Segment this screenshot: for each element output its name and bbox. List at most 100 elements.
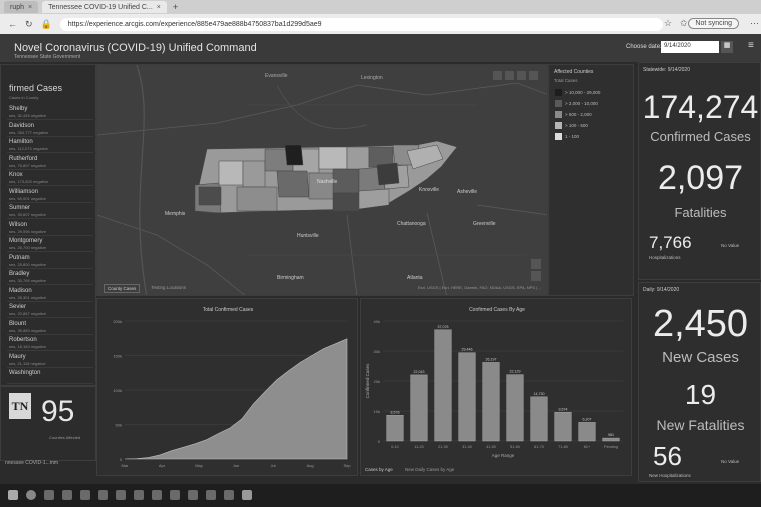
reload-icon[interactable]: ↻ [25,19,33,30]
app-icon[interactable] [170,490,180,500]
map-canvas[interactable]: Evansville Lexington Knoxville Nashville… [97,65,548,296]
browser-tab[interactable]: ruph × [4,1,39,13]
tab-county-cases[interactable]: County Cases [104,284,141,293]
list-item[interactable]: Sumner ses, 39,607 negative [7,204,93,219]
list-item[interactable]: Hamilton ses, 112,073 negative [7,138,93,153]
layers-icon[interactable] [517,71,526,80]
zoom-out-icon[interactable] [531,271,541,281]
list-item[interactable]: Washington [7,369,93,384]
edge-icon[interactable] [242,490,252,500]
close-icon[interactable]: × [157,4,161,11]
county-name: Sevier [9,304,27,310]
tab-testing-locations[interactable]: Testing Locations [148,284,189,293]
statewide-panel: Statewide: 9/14/2020 174,274 Confirmed C… [638,62,761,280]
app-icon[interactable] [188,490,198,500]
list-item[interactable]: Blount ses, 35,883 negative [7,320,93,335]
bar[interactable] [434,329,452,442]
new-tab-icon[interactable]: + [173,2,178,12]
menu-icon[interactable]: ≡ [748,40,754,51]
fatalities-count: 2,097 [657,159,744,197]
tab-cases-by-age[interactable]: Cases by Age [365,467,393,472]
bar[interactable] [602,437,620,442]
map-attribution: Esri, USGS | Esri, HERE, Garmin, FAO, NO… [418,285,542,290]
bar[interactable] [554,412,572,442]
date-input[interactable]: 9/14/2020 [661,41,719,53]
area-chart[interactable]: Total Confirmed Cases 200k 150k 100k 50k 0Mar… [97,299,359,477]
list-item[interactable]: Montgomery ses, 26,700 negative [7,237,93,252]
app-icon[interactable] [116,490,126,500]
place-label: Nashville [317,179,338,185]
no-value-label: No Value [721,243,740,248]
place-label: Asheville [457,189,477,195]
bar[interactable] [458,352,476,442]
app-icon[interactable] [62,490,72,500]
counties-affected-panel: TN 95 Counties Affected nnessee COVID-1.… [0,386,96,466]
bar[interactable] [578,422,596,442]
list-item[interactable]: Shelby ses, 32,445 negative [7,105,93,120]
area-series[interactable] [124,338,348,460]
list-item[interactable]: Davidson ses, 264,777 negative [7,122,93,137]
bar-chart[interactable]: Confirmed Cases By Age 40k 30k 20k 10k 0 Confi… [361,299,633,477]
list-item[interactable]: Rutherford ses, 76,897 negative [7,155,93,170]
y-tick-label: 200k [113,319,122,324]
daily-panel: Daily: 9/14/2020 2,450 New Cases 19 New … [638,282,761,482]
confirmed-count: 174,274 [642,89,759,125]
bar[interactable] [482,362,500,442]
new-cases-count: 2,450 [652,303,749,345]
county-name: Hamilton [9,139,33,145]
search-icon[interactable] [493,71,502,80]
app-icon[interactable] [224,490,234,500]
app-icon[interactable] [206,490,216,500]
search-icon[interactable] [26,490,36,500]
list-item[interactable]: Williamson ses, 69,001 negative [7,188,93,203]
map-panel[interactable]: Evansville Lexington Knoxville Nashville… [96,64,548,296]
county-detail: ses, 29,596 negative [9,228,46,234]
list-item[interactable]: Bradley ses, 30,766 negative [7,270,93,285]
footer-link[interactable]: nnessee COVID-1...mm [5,460,58,466]
browser-tab-active[interactable]: Tennessee COVID-19 Unified C... × [42,1,167,13]
place-label: Atlanta [407,275,423,281]
county-name: Blount [9,320,27,327]
place-label: Birmingham [277,275,304,281]
bar[interactable] [410,374,428,442]
tab-new-daily-cases-by-age[interactable]: New Daily Cases by Age [405,467,455,472]
basemap-icon[interactable] [529,71,538,80]
list-subtitle: Cases in County [9,95,39,100]
list-item[interactable]: Wilson ses, 29,596 negative [7,221,93,236]
county-detail: ses, 28,301 negative [9,294,46,300]
favorites-icon[interactable]: ✩ [680,18,688,29]
close-icon[interactable]: × [28,4,32,11]
taskbar [0,484,761,507]
list-item[interactable]: Robertson ses, 18,163 negative [7,336,93,351]
calendar-icon[interactable]: ▦ [721,41,733,53]
county-detail: ses, 20,867 negative [9,311,46,316]
bar[interactable] [530,396,548,442]
x-tick-label: Jul [270,463,275,468]
county-detail: ses, 39,607 negative [9,212,46,217]
back-icon[interactable]: ← [8,19,17,29]
bar[interactable] [506,374,524,442]
x-tick-label: Apr [159,463,166,468]
home-icon[interactable] [505,71,514,80]
app-icon[interactable] [98,490,108,500]
task-view-icon[interactable] [44,490,54,500]
more-icon[interactable]: ⋯ [750,18,759,29]
app-icon[interactable] [134,490,144,500]
place-label: Chattanooga [397,221,426,227]
sync-button[interactable]: Not syncing [688,18,739,29]
list-item[interactable]: Sevier ses, 20,867 negative [7,303,93,318]
list-item[interactable]: Putnam ses, 25,800 negative [7,254,93,269]
list-item[interactable]: Maury ses, 21,118 negative [7,353,93,368]
star-icon[interactable]: ☆ [664,18,672,29]
list-item[interactable]: Knox ses, 173,820 negative [7,171,93,186]
y-tick-label: 0 [378,439,381,444]
county-name: Montgomery [9,238,43,244]
app-icon[interactable] [80,490,90,500]
zoom-in-icon[interactable] [531,259,541,269]
county-detail: ses, 25,800 negative [9,261,46,267]
list-item[interactable]: Madison ses, 28,301 negative [7,287,93,302]
url-field[interactable]: https://experience.arcgis.com/experience… [59,17,663,31]
app-icon[interactable] [152,490,162,500]
start-icon[interactable] [8,490,18,500]
bar[interactable] [386,415,404,442]
